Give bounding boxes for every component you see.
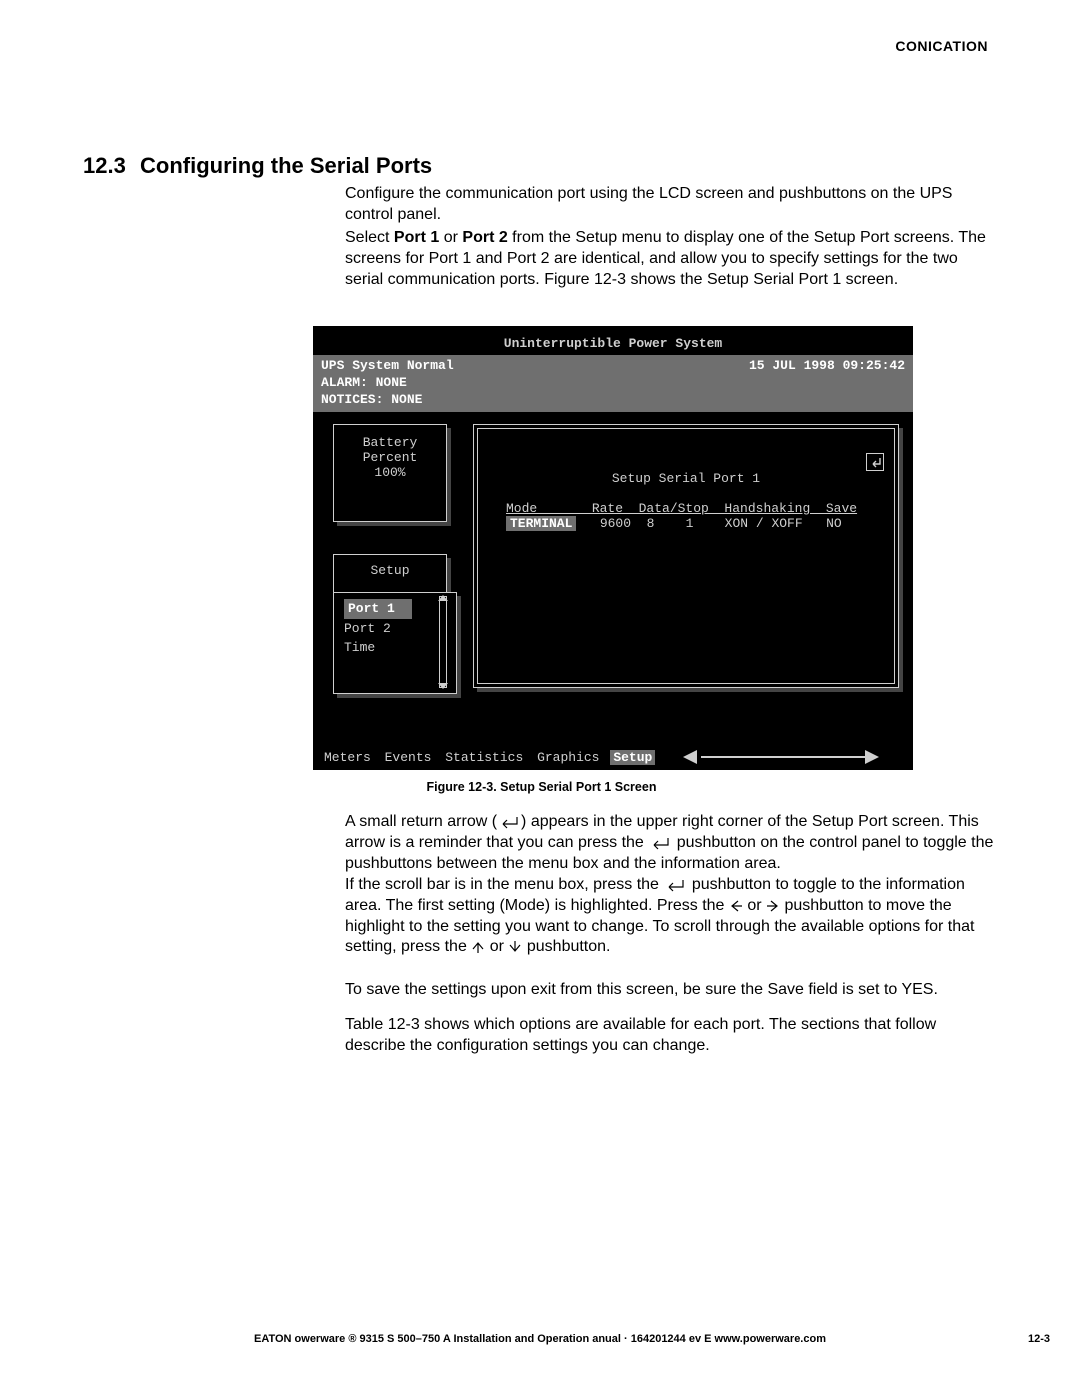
text: Select	[345, 229, 394, 246]
paragraph: A small return arrow () appears in the u…	[345, 812, 995, 874]
section-number: 12.3	[83, 153, 126, 179]
page-footer: EATON owerware ® 9315 S 500–750 A Instal…	[0, 1333, 1080, 1345]
status-left: UPS System Normal	[321, 358, 454, 373]
header-topic: CONICATION	[895, 38, 988, 54]
section-title: Configuring the Serial Ports	[140, 153, 432, 179]
status-alarm: ALARM: NONE	[321, 375, 407, 390]
setup-label-box: Setup	[333, 554, 447, 594]
tab-bar: Meters Events Statistics Graphics Setup	[321, 750, 655, 765]
tab-graphics[interactable]: Graphics	[534, 750, 602, 765]
status-notices: NOTICES: NONE	[321, 392, 422, 407]
paragraph: To save the settings upon exit from this…	[345, 980, 995, 1001]
text: If the scroll bar is in the menu box, pr…	[345, 876, 663, 893]
right-arrow-icon	[766, 899, 780, 913]
tab-setup[interactable]: Setup	[610, 750, 655, 765]
label: 100%	[334, 465, 446, 480]
content-panel-title: Setup Serial Port 1	[478, 471, 894, 486]
label: Percent	[334, 450, 446, 465]
tab-events[interactable]: Events	[382, 750, 435, 765]
paragraph: Table 12-3 shows which options are avail…	[345, 1015, 995, 1057]
text: or	[439, 229, 462, 246]
tab-pointer-arrow	[683, 751, 873, 763]
return-arrow-icon	[648, 836, 672, 850]
mode-value-selected[interactable]: TERMINAL	[506, 516, 576, 531]
menu-item-port1[interactable]: Port 1	[344, 599, 412, 619]
label: Setup	[370, 563, 409, 578]
text: pushbutton.	[522, 938, 610, 955]
label: Battery	[334, 435, 446, 450]
column-headers: Mode Rate Data/Stop Handshaking Save	[506, 501, 857, 516]
text-bold: Port 1	[394, 229, 439, 246]
text: or	[743, 897, 766, 914]
tab-statistics[interactable]: Statistics	[442, 750, 526, 765]
return-arrow-icon[interactable]	[866, 453, 884, 471]
scroll-up-icon[interactable]	[438, 595, 448, 601]
battery-percent-box: Battery Percent 100%	[333, 424, 447, 522]
paragraph: If the scroll bar is in the menu box, pr…	[345, 875, 995, 958]
return-arrow-icon	[497, 815, 521, 829]
paragraph: Select Port 1 or Port 2 from the Setup m…	[345, 228, 995, 290]
content-panel: Setup Serial Port 1 Mode Rate Data/Stop …	[473, 424, 899, 688]
left-arrow-icon	[729, 899, 743, 913]
text-bold: Port 2	[462, 229, 507, 246]
text: A small return arrow (	[345, 813, 497, 830]
footer-page-number: 12-3	[1028, 1333, 1050, 1345]
status-date-time: 15 JUL 1998 09:25:42	[749, 358, 905, 375]
down-arrow-icon	[508, 940, 522, 954]
lcd-screen-figure: Uninterruptible Power System UPS System …	[313, 326, 913, 770]
lcd-status-bar: UPS System Normal 15 JUL 1998 09:25:42 A…	[313, 355, 913, 412]
menu-scrollbar[interactable]	[439, 596, 447, 688]
return-arrow-icon	[663, 878, 687, 892]
row-values: 9600 8 1 XON / XOFF NO	[576, 516, 841, 531]
scroll-down-icon[interactable]	[438, 683, 448, 689]
text: or	[485, 938, 508, 955]
lcd-title: Uninterruptible Power System	[313, 326, 913, 351]
paragraph: Configure the communication port using t…	[345, 184, 995, 226]
footer-center-text: EATON owerware ® 9315 S 500–750 A Instal…	[0, 1333, 1080, 1345]
tab-meters[interactable]: Meters	[321, 750, 374, 765]
up-arrow-icon	[471, 940, 485, 954]
content-panel-columns: Mode Rate Data/Stop Handshaking Save TER…	[506, 501, 880, 531]
figure-caption: Figure 12-3. Setup Serial Port 1 Screen	[83, 780, 1000, 794]
